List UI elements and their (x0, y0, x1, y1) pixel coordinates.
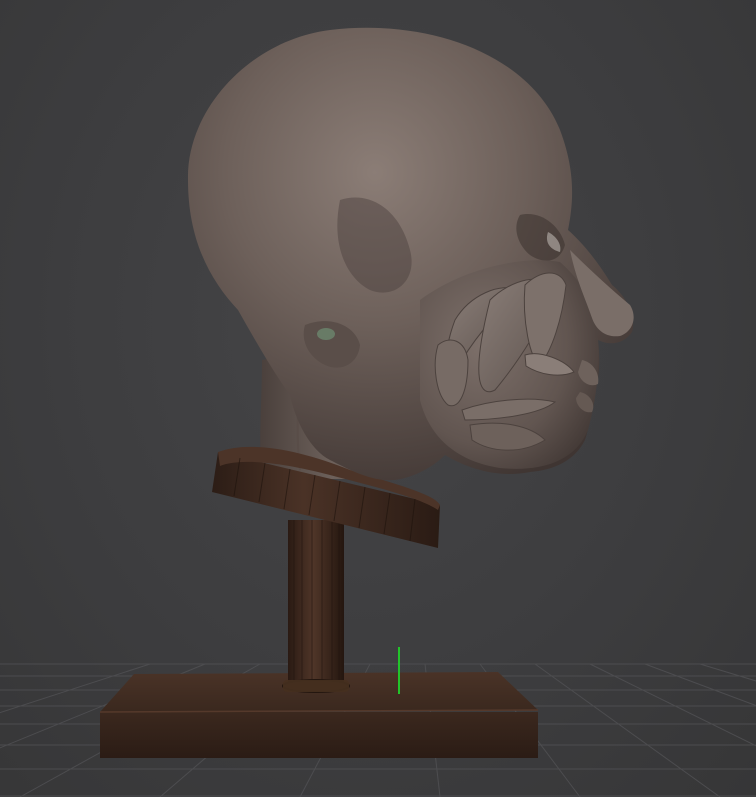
head-sculpt[interactable] (187, 27, 634, 481)
sculpt-scene[interactable] (0, 0, 756, 797)
stand-pole[interactable] (282, 520, 350, 693)
3d-viewport[interactable] (0, 0, 756, 797)
